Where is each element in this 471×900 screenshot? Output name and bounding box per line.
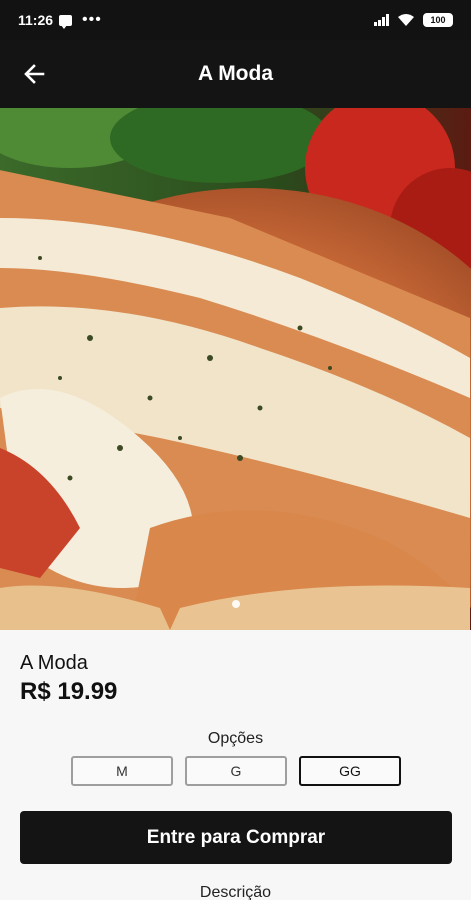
app-bar: A Moda <box>0 40 471 108</box>
size-option-gg[interactable]: GG <box>299 756 401 786</box>
page-title: A Moda <box>197 62 274 85</box>
product-name: A Moda <box>20 652 88 674</box>
size-option-m[interactable]: M <box>71 756 173 786</box>
description-label: Descrição <box>199 884 272 900</box>
product-image <box>0 108 471 630</box>
buy-button[interactable]: Entre para Comprar <box>20 811 452 864</box>
status-bar: 11:26 ••• 100 <box>0 0 471 40</box>
arrow-left-icon <box>24 64 45 84</box>
battery-icon: 100 <box>423 13 453 27</box>
carousel-dot-active[interactable] <box>231 600 240 608</box>
wifi-icon <box>398 14 414 26</box>
options-label: Opções <box>207 730 264 747</box>
product-price: R$ 19.99 <box>20 678 118 705</box>
carousel-indicator <box>0 600 471 608</box>
product-image-carousel[interactable] <box>0 108 471 630</box>
message-notification-icon <box>59 14 73 29</box>
size-option-g[interactable]: G <box>185 756 287 786</box>
signal-icon <box>374 14 389 26</box>
more-notifications-icon: ••• <box>82 11 102 28</box>
back-button[interactable] <box>16 58 52 90</box>
size-options: M G GG <box>71 756 401 786</box>
battery-level: 100 <box>430 15 446 25</box>
status-time: 11:26 <box>18 12 54 28</box>
